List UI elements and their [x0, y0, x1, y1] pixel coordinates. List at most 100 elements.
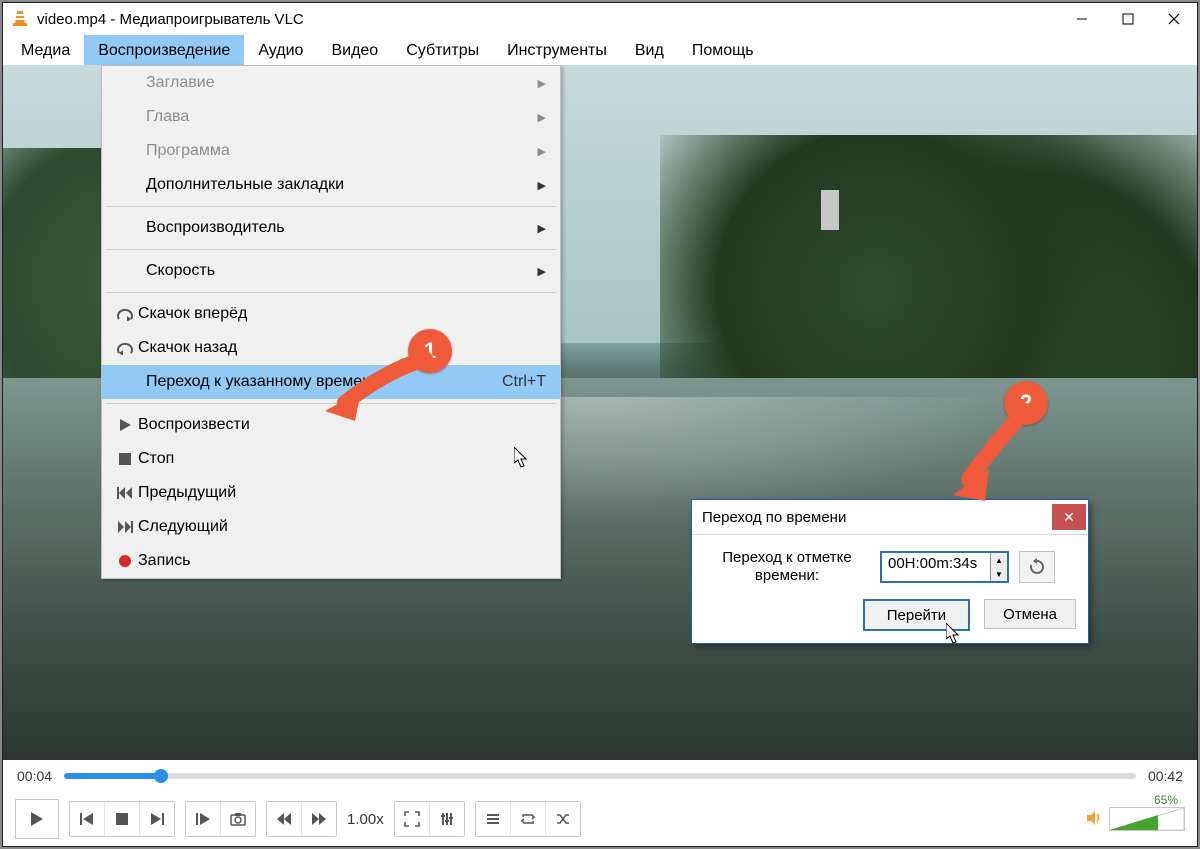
menu-item: Заглавие▶: [102, 66, 560, 100]
goto-time-dialog: Переход по времени ✕ Переход к отметке в…: [691, 499, 1089, 644]
spin-down-icon[interactable]: ▼: [991, 567, 1007, 581]
menu-item-label: Глава: [146, 108, 538, 126]
menu-видео[interactable]: Видео: [317, 35, 392, 65]
playlist-button-group: [475, 801, 581, 837]
menu-item[interactable]: Запись: [102, 544, 560, 578]
loop-button[interactable]: [511, 802, 546, 836]
slower-button[interactable]: [267, 802, 302, 836]
submenu-arrow-icon: ▶: [538, 111, 546, 124]
frame-button-group: [185, 801, 256, 837]
titlebar: video.mp4 - Медиапроигрыватель VLC: [3, 3, 1197, 35]
menu-item[interactable]: Следующий: [102, 510, 560, 544]
dialog-title: Переход по времени: [702, 509, 846, 526]
menu-item[interactable]: Предыдущий: [102, 476, 560, 510]
sliders-icon: [439, 811, 455, 827]
menu-item-label: Дополнительные закладки: [146, 176, 538, 194]
window-title: video.mp4 - Медиапроигрыватель VLC: [37, 11, 304, 28]
menu-item-label: Следующий: [138, 518, 546, 536]
menu-аудио[interactable]: Аудио: [244, 35, 317, 65]
minimize-button[interactable]: [1059, 3, 1105, 35]
elapsed-time[interactable]: 00:04: [17, 768, 52, 784]
playlist-icon: [485, 811, 501, 827]
menu-item-label: Программа: [146, 142, 538, 160]
menu-separator: [106, 249, 556, 250]
fullscreen-icon: [404, 811, 420, 827]
submenu-arrow-icon: ▶: [538, 77, 546, 90]
menu-item-label: Скорость: [146, 262, 538, 280]
speaker-icon[interactable]: [1085, 809, 1103, 830]
seek-knob[interactable]: [154, 769, 168, 783]
menu-item-label: Запись: [138, 552, 546, 570]
spin-up-icon[interactable]: ▲: [991, 553, 1007, 567]
menu-вид[interactable]: Вид: [621, 35, 678, 65]
submenu-arrow-icon: ▶: [538, 145, 546, 158]
reset-button[interactable]: [1019, 551, 1055, 583]
fastfwd-icon: [311, 811, 327, 827]
close-button[interactable]: [1151, 3, 1197, 35]
rewind-icon: [276, 811, 292, 827]
vlc-window: video.mp4 - Медиапроигрыватель VLC Медиа…: [2, 2, 1198, 847]
cancel-button-label: Отмена: [1003, 606, 1057, 623]
menu-item[interactable]: Стоп: [102, 442, 560, 476]
menu-item[interactable]: Скорость▶: [102, 254, 560, 288]
frame-step-button[interactable]: [186, 802, 221, 836]
menu-item-label: Скачок вперёд: [138, 305, 546, 323]
fullscreen-button[interactable]: [395, 802, 430, 836]
time-value[interactable]: 00H:00m:34s: [882, 553, 990, 581]
play-icon: [29, 811, 45, 827]
go-button[interactable]: Перейти: [863, 599, 970, 631]
next-button[interactable]: [140, 802, 174, 836]
menu-медиа[interactable]: Медиа: [7, 35, 84, 65]
seek-bar: 00:04 00:42: [3, 761, 1197, 791]
menu-item-label: Воспроизводитель: [146, 219, 538, 237]
next-icon: [112, 520, 138, 534]
seek-track[interactable]: [64, 773, 1136, 779]
total-time[interactable]: 00:42: [1148, 768, 1183, 784]
menu-инструменты[interactable]: Инструменты: [493, 35, 621, 65]
menu-item[interactable]: Дополнительные закладки▶: [102, 168, 560, 202]
menu-item-label: Стоп: [138, 450, 546, 468]
menu-item-label: Предыдущий: [138, 484, 546, 502]
time-field-label: Переход к отметке времени:: [704, 549, 870, 585]
play-icon: [112, 418, 138, 432]
menu-воспроизведение[interactable]: Воспроизведение: [84, 35, 244, 65]
prev-button[interactable]: [70, 802, 105, 836]
cancel-button[interactable]: Отмена: [984, 599, 1076, 629]
speed-label[interactable]: 1.00x: [347, 811, 384, 828]
annotation-arrow-1: [325, 351, 435, 421]
time-input[interactable]: 00H:00m:34s ▲▼: [880, 551, 1009, 583]
menu-субтитры[interactable]: Субтитры: [392, 35, 493, 65]
stop-icon: [112, 452, 138, 466]
jump-fwd-icon: [112, 307, 138, 321]
volume-control: 65%: [1085, 807, 1185, 831]
menu-item-label: Переход к указанному времени: [146, 373, 490, 391]
stop-button[interactable]: [105, 802, 140, 836]
volume-slider[interactable]: 65%: [1109, 807, 1185, 831]
frame-step-icon: [195, 811, 211, 827]
record-icon: [112, 554, 138, 568]
snapshot-button[interactable]: [221, 802, 255, 836]
time-spinner[interactable]: ▲▼: [990, 553, 1007, 581]
menu-separator: [106, 292, 556, 293]
camera-icon: [230, 811, 246, 827]
menu-item: Глава▶: [102, 100, 560, 134]
menu-item[interactable]: Скачок вперёд: [102, 297, 560, 331]
dialog-close-button[interactable]: ✕: [1052, 504, 1086, 530]
volume-percent: 65%: [1154, 793, 1178, 807]
menu-помощь[interactable]: Помощь: [678, 35, 768, 65]
maximize-button[interactable]: [1105, 3, 1151, 35]
submenu-arrow-icon: ▶: [538, 179, 546, 192]
faster-button[interactable]: [302, 802, 336, 836]
menu-item[interactable]: Воспроизводитель▶: [102, 211, 560, 245]
ext-settings-button[interactable]: [430, 802, 464, 836]
shuffle-button[interactable]: [546, 802, 580, 836]
vlc-icon: [11, 10, 29, 28]
jump-back-icon: [112, 341, 138, 355]
dialog-titlebar: Переход по времени ✕: [692, 500, 1088, 535]
playlist-button[interactable]: [476, 802, 511, 836]
controls-toolbar: 1.00x 65%: [3, 792, 1197, 846]
menubar: МедиаВоспроизведениеАудиоВидеоСубтитрыИн…: [3, 35, 1197, 65]
play-button[interactable]: [15, 799, 59, 839]
skip-prev-icon: [79, 811, 95, 827]
menu-shortcut: Ctrl+T: [502, 373, 546, 391]
